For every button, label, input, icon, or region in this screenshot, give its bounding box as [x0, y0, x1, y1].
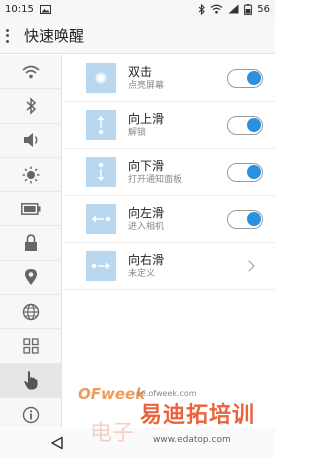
- gesture-desc: 解锁: [128, 127, 147, 138]
- battery-level: 56: [257, 3, 270, 15]
- swipe-left-toggle[interactable]: [227, 209, 263, 229]
- info-icon: [22, 406, 39, 423]
- sidebar-item-security[interactable]: [0, 226, 61, 261]
- gesture-desc: 点亮屏幕: [128, 80, 165, 91]
- double-tap-icon: [86, 63, 116, 93]
- bluetooth-status-icon: [198, 3, 206, 15]
- gesture-name: 向左滑: [128, 205, 165, 220]
- sidebar-item-gesture[interactable]: [0, 363, 61, 398]
- gesture-name: 向右滑: [128, 252, 165, 267]
- sidebar-item-location[interactable]: [0, 261, 61, 296]
- list-item-swipe-up[interactable]: 向上滑 解锁: [63, 102, 275, 149]
- wifi-status-icon: [210, 4, 223, 14]
- list-item-swipe-right[interactable]: 向右滑 未定义: [63, 243, 275, 290]
- image-notification-icon: [39, 4, 51, 14]
- signal-status-icon: [228, 4, 239, 14]
- swipe-up-icon: [86, 110, 116, 140]
- back-triangle-icon[interactable]: [50, 436, 64, 450]
- gesture-desc: 未定义: [128, 268, 156, 279]
- volume-icon: [23, 133, 37, 148]
- sidebar-item-wifi[interactable]: [0, 55, 61, 90]
- sidebar-item-apps[interactable]: [0, 329, 61, 364]
- list-item-double-tap[interactable]: 双击 点亮屏幕: [63, 55, 275, 102]
- swipe-down-toggle[interactable]: [227, 162, 263, 182]
- location-icon: [24, 269, 37, 286]
- list-item-swipe-left[interactable]: 向左滑 进入相机: [63, 196, 275, 243]
- lock-icon: [24, 234, 37, 252]
- gesture-desc: 进入相机: [128, 221, 165, 232]
- gesture-list: 双击 点亮屏幕 向上滑 解锁 向下滑 打开通知面板 向左滑 进入相机 向右滑 未…: [63, 55, 275, 427]
- gesture-desc: 打开通知面板: [128, 174, 183, 185]
- grid-icon: [22, 338, 39, 354]
- bluetooth-icon: [26, 97, 36, 115]
- status-time: 10:15: [5, 3, 34, 15]
- swipe-down-icon: [86, 157, 116, 187]
- page-title: 快速唤醒: [24, 27, 85, 45]
- battery-icon: [20, 202, 40, 215]
- title-bar: 快速唤醒: [0, 18, 275, 54]
- settings-sidebar: [0, 55, 62, 433]
- sidebar-item-brightness[interactable]: [0, 158, 61, 193]
- swipe-up-toggle[interactable]: [227, 115, 263, 135]
- list-item-swipe-down[interactable]: 向下滑 打开通知面板: [63, 149, 275, 196]
- gesture-hand-icon: [23, 371, 37, 390]
- brightness-icon: [22, 166, 39, 184]
- status-bar: 10:15 56: [0, 0, 275, 18]
- swipe-left-icon: [86, 204, 116, 234]
- status-icons: 56: [198, 3, 270, 15]
- swipe-right-icon: [86, 251, 116, 281]
- battery-status-icon: [244, 3, 253, 15]
- double-tap-toggle[interactable]: [227, 68, 263, 88]
- back-menu-icon[interactable]: [6, 28, 16, 43]
- navigation-bar: [0, 428, 275, 458]
- wifi-icon: [21, 65, 40, 78]
- sidebar-item-volume[interactable]: [0, 124, 61, 158]
- gesture-name: 向上滑: [128, 111, 165, 126]
- globe-icon: [22, 303, 39, 320]
- gesture-name: 双击: [128, 64, 153, 79]
- chevron-right-icon[interactable]: [243, 260, 255, 272]
- sidebar-item-battery[interactable]: [0, 192, 61, 227]
- sidebar-item-bluetooth[interactable]: [0, 89, 61, 124]
- sidebar-item-language[interactable]: [0, 295, 61, 330]
- gesture-name: 向下滑: [128, 158, 165, 173]
